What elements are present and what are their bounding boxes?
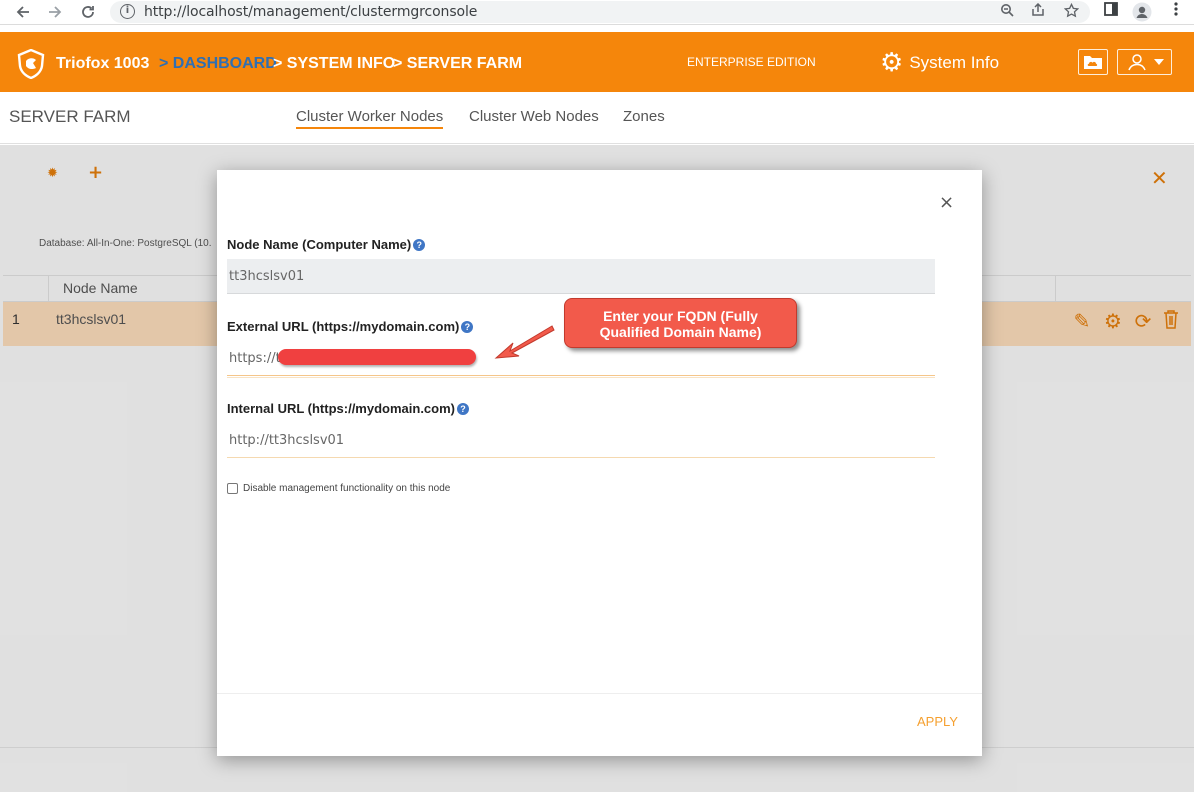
edition-label: ENTERPRISE EDITION [687,55,816,69]
forward-icon[interactable] [44,2,66,22]
brand-name[interactable]: Triofox 1003 [56,55,149,73]
profile-avatar-icon[interactable] [1132,2,1152,22]
browser-toolbar: i http://localhost/management/clustermgr… [0,0,1194,25]
app-header: Triofox 1003 > DASHBOARD > SYSTEM INFO >… [0,32,1194,92]
system-info-label: System Info [909,53,1000,72]
reload-icon[interactable] [77,2,99,22]
tab-cluster-worker-nodes[interactable]: Cluster Worker Nodes [296,108,444,129]
external-url-label-text: External URL (https://mydomain.com) [227,319,460,334]
disable-management-checkbox[interactable] [227,483,238,494]
bookmark-star-icon[interactable] [1061,2,1081,21]
site-info-icon[interactable]: i [120,4,135,19]
node-name-label: Node Name (Computer Name) ? [227,237,426,252]
triofox-logo-icon[interactable] [17,49,45,79]
chevron-down-icon [1153,59,1164,65]
cloud-folder-icon [1084,56,1102,69]
node-name-label-text: Node Name (Computer Name) [227,237,412,252]
internal-url-field[interactable]: http://tt3hcslsv01 [227,423,935,458]
redaction-mark [278,349,476,365]
callout-line-1: Enter your FQDN (Fully [603,308,758,324]
user-menu-button[interactable] [1117,49,1172,75]
fqdn-callout: Enter your FQDN (Fully Qualified Domain … [564,298,797,348]
breadcrumb-server-farm: > SERVER FARM [393,55,523,72]
share-icon[interactable] [1028,2,1048,21]
tab-cluster-web-nodes[interactable]: Cluster Web Nodes [469,108,599,127]
tab-zones[interactable]: Zones [623,108,665,127]
divider [217,693,982,694]
system-info-button[interactable]: ⚙ System Info [880,50,999,76]
node-name-field: tt3hcslsv01 [227,259,935,294]
internal-url-label-text: Internal URL (https://mydomain.com) [227,401,455,416]
help-icon[interactable]: ? [413,238,426,251]
page-title: SERVER FARM [9,107,131,126]
callout-arrow-icon [494,325,555,359]
apply-button[interactable]: APPLY [917,714,958,729]
zoom-icon[interactable] [997,3,1017,21]
internal-url-label: Internal URL (https://mydomain.com) ? [227,401,469,416]
breadcrumb-system-info[interactable]: > SYSTEM INFO [273,55,395,73]
gear-icon: ⚙ [880,48,904,78]
node-settings-dialog: × Node Name (Computer Name) ? tt3hcslsv0… [217,170,982,756]
cloud-folder-button[interactable] [1078,49,1108,75]
url-text[interactable]: http://localhost/management/clustermgrco… [144,4,477,20]
help-icon[interactable]: ? [461,320,474,333]
address-bar[interactable]: i http://localhost/management/clustermgr… [110,1,1090,23]
back-icon[interactable] [12,2,34,22]
side-panel-icon[interactable] [1101,2,1121,22]
callout-line-2: Qualified Domain Name) [599,324,762,340]
close-icon[interactable]: × [939,192,954,213]
disable-management-label: Disable management functionality on this… [243,483,451,494]
browser-menu-icon[interactable] [1166,2,1186,22]
external-url-label: External URL (https://mydomain.com) ? [227,319,474,334]
disable-management-option[interactable]: Disable management functionality on this… [227,483,450,494]
help-icon[interactable]: ? [457,402,469,415]
sub-header: SERVER FARM Cluster Worker Nodes Cluster… [0,92,1194,144]
user-icon [1127,54,1146,71]
breadcrumb-dashboard[interactable]: > DASHBOARD [159,55,277,73]
